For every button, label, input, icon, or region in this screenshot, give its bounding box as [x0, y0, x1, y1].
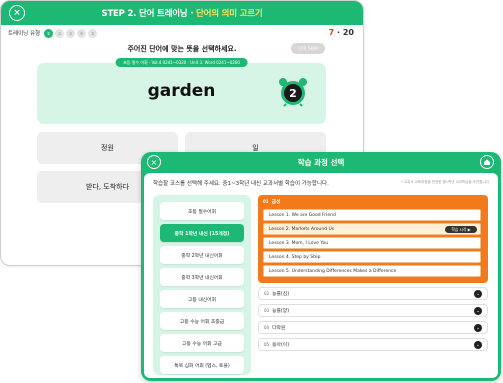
training-type-label: 트레이닝 유형	[8, 31, 41, 37]
group-tag: 04	[264, 325, 270, 330]
course-note: * 교과서 교육과정을 반영한 중1학년 교과학습을 추천합니다.	[400, 180, 490, 184]
question-counter: 7 · 20	[329, 28, 354, 37]
timer-value: 2	[289, 87, 297, 100]
group-tag: 05	[264, 342, 270, 347]
category-item-middle-3[interactable]: 중학 3학년 내신어휘	[160, 268, 244, 286]
training-type-1-icon[interactable]: ①	[44, 28, 54, 38]
category-item-special[interactable]: 특목 심화 어휘 (텝스, 토플)	[160, 356, 244, 374]
close-icon[interactable]: ×	[9, 5, 25, 21]
course-instruction: 학습할 코스를 선택해 주세요. 중1~3학년 내신 교과서별 학습이 가능합니…	[153, 181, 329, 187]
group-tag: 02	[264, 291, 270, 296]
training-title: STEP 2. 단어 트레이닝 · 단어의 의미 고르기	[102, 7, 263, 19]
lesson-item-selected[interactable]: Lesson 2. Markets Around Us 학습 시작 ▶	[263, 223, 481, 235]
category-item-middle-1[interactable]: 중학 1학년 내신 (15개정)	[160, 224, 244, 242]
start-learning-button[interactable]: 학습 시작 ▶	[445, 226, 477, 233]
course-body: 학습할 코스를 선택해 주세요. 중1~3학년 내신 교과서별 학습이 가능합니…	[144, 173, 498, 378]
category-item-middle-2[interactable]: 중학 2학년 내신어휘	[160, 246, 244, 264]
category-item-elementary[interactable]: 초등 필수어휘	[160, 202, 244, 220]
lesson-item[interactable]: Lesson 3. Mom, I Love You	[263, 237, 481, 249]
group-label: 능률(양)	[272, 309, 290, 314]
course-header: × 학습 과정 선택	[141, 152, 501, 173]
lesson-item[interactable]: Lesson 5. Understanding Differences Make…	[263, 265, 481, 277]
counter-sep: ·	[334, 28, 343, 37]
home-icon[interactable]	[480, 155, 494, 169]
lesson-item[interactable]: Lesson 1. We are Good Friend	[263, 209, 481, 221]
course-selection-window: × 학습 과정 선택 학습할 코스를 선택해 주세요. 중1~3학년 내신 교과…	[141, 152, 501, 381]
course-title: 학습 과정 선택	[297, 158, 345, 167]
training-type-2-icon[interactable]: ②	[55, 28, 65, 38]
training-header: × STEP 2. 단어 트레이닝 · 단어의 의미 고르기	[1, 1, 363, 25]
textbook-list: 01 금성 Lesson 1. We are Good Friend Lesso…	[258, 195, 488, 373]
alarm-clock-icon: 2	[279, 78, 307, 107]
group-label: 동아(이)	[272, 343, 290, 348]
category-item-suneung-basic[interactable]: 고등 수능 어휘 초중급	[160, 312, 244, 330]
category-list: 초등 필수어휘 중학 1학년 내신 (15개정) 중학 2학년 내신어휘 중학 …	[153, 195, 251, 375]
lesson-item[interactable]: Lesson 4. Step by Step	[263, 251, 481, 263]
textbook-group-open: 01 금성 Lesson 1. We are Good Friend Lesso…	[258, 195, 488, 283]
counter-total: 20	[342, 28, 354, 37]
title-highlight: 단어의 의미 고르기	[195, 9, 263, 19]
lesson-label: Lesson 2. Markets Around Us	[269, 226, 335, 232]
group-label: 금성	[271, 200, 281, 205]
title-prefix: STEP 2. 단어 트레이닝 ·	[101, 9, 196, 19]
chevron-down-icon[interactable]: ⌄	[474, 290, 482, 298]
training-type-5-icon[interactable]: ⑤	[88, 28, 98, 38]
category-item-suneung-advanced[interactable]: 고등 수능 어휘 고급	[160, 334, 244, 352]
textbook-group[interactable]: 05 동아(이) ⌄	[258, 338, 488, 351]
textbook-group[interactable]: 03 능률(양) ⌄	[258, 304, 488, 317]
close-icon[interactable]: ×	[147, 155, 161, 169]
textbook-group[interactable]: 04 다락원 ⌄	[258, 321, 488, 334]
category-item-high-school[interactable]: 고등 내신어휘	[160, 290, 244, 308]
skip-button[interactable]: 단어 SKIP	[291, 43, 325, 54]
group-tag: 01	[263, 199, 269, 204]
screen: × STEP 2. 단어 트레이닝 · 단어의 의미 고르기 트레이닝 유형 ①…	[0, 0, 503, 383]
group-label: 능률(김)	[272, 292, 290, 297]
textbook-group-header[interactable]: 01 금성	[258, 195, 488, 208]
chevron-down-icon[interactable]: ⌄	[474, 307, 482, 315]
group-label: 다락원	[272, 326, 286, 331]
training-type-4-icon[interactable]: ④	[77, 28, 87, 38]
breadcrumb: 초등 필수 어휘 · Vol.4 0241~0320 · Unit 3. Wor…	[115, 58, 248, 67]
word-card: 초등 필수 어휘 · Vol.4 0241~0320 · Unit 3. Wor…	[37, 58, 326, 124]
chevron-down-icon[interactable]: ⌄	[474, 341, 482, 349]
chevron-down-icon[interactable]: ⌄	[474, 324, 482, 332]
training-type-bar: 트레이닝 유형 ① ② ③ ④ ⑤ 7 · 20	[1, 25, 363, 41]
training-type-3-icon[interactable]: ③	[66, 28, 76, 38]
textbook-group[interactable]: 02 능률(김) ⌄	[258, 287, 488, 300]
group-tag: 03	[264, 308, 270, 313]
